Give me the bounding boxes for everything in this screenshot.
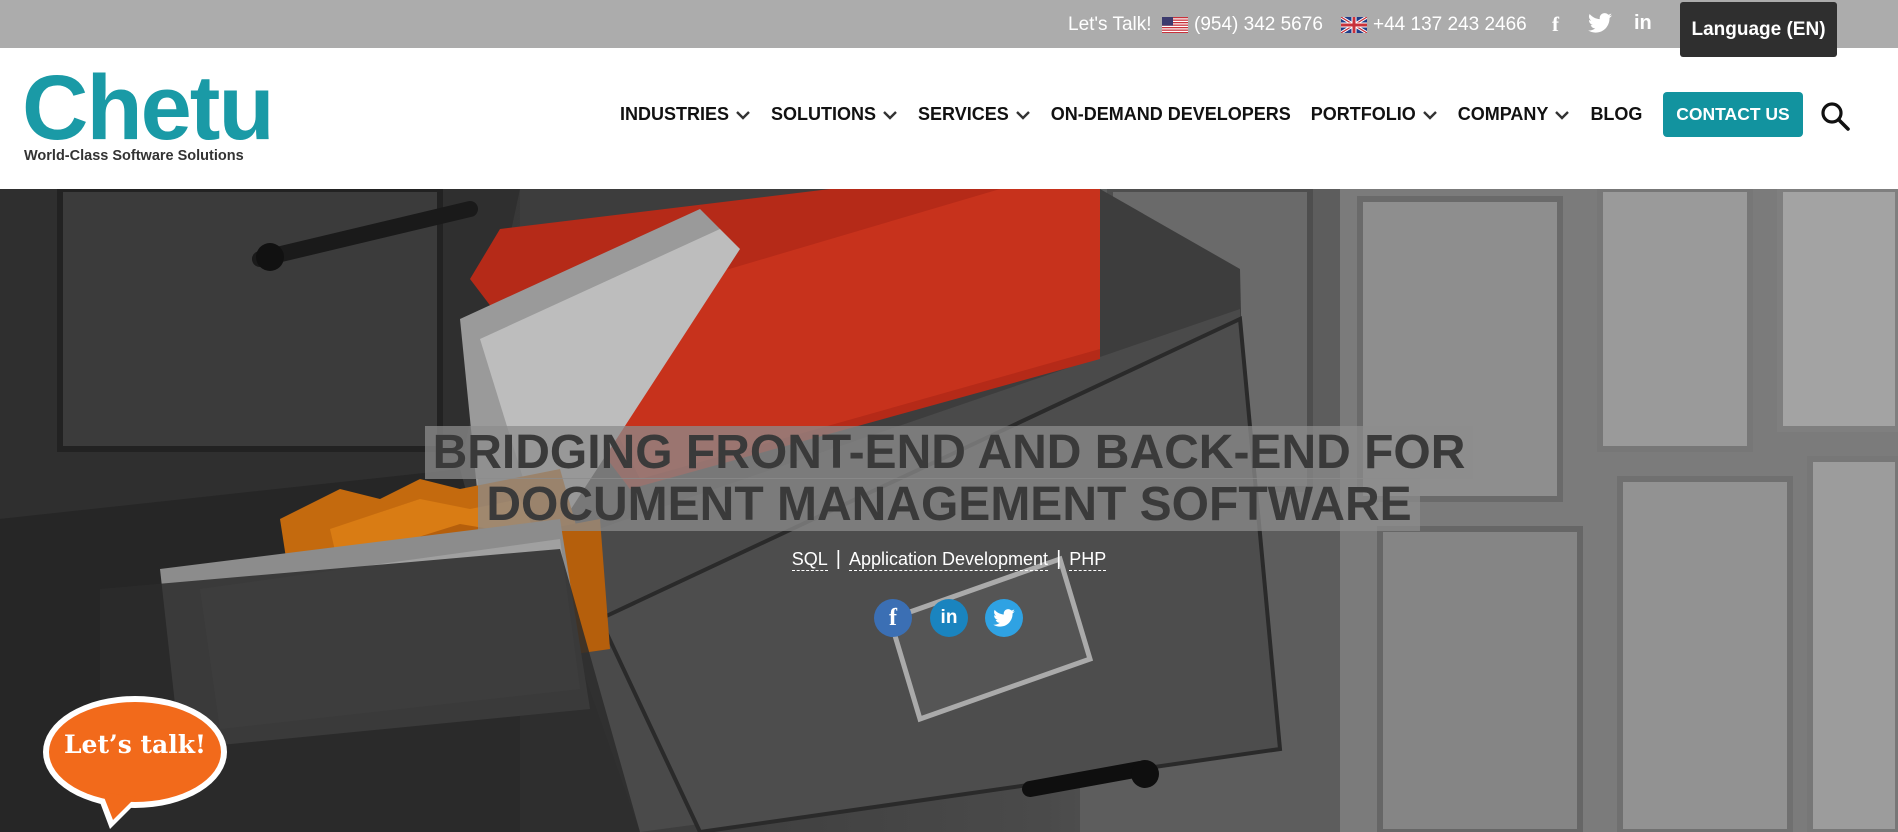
logo-brand: Chetu — [22, 57, 275, 159]
search-icon[interactable] — [1820, 101, 1850, 131]
nav-label: ON-DEMAND DEVELOPERS — [1050, 104, 1291, 124]
tag-sql[interactable]: SQL — [791, 549, 828, 571]
language-button[interactable]: Language (EN) — [1680, 2, 1837, 57]
hero-title-line1: BRIDGING FRONT-END AND BACK-END FOR — [424, 426, 1474, 479]
nav-label: SOLUTIONS — [771, 104, 877, 124]
nav-industries[interactable]: INDUSTRIES — [620, 104, 751, 125]
us-phone-number: (954) 342 5676 — [1194, 14, 1323, 35]
nav-on-demand-developers[interactable]: ON-DEMAND DEVELOPERS — [1051, 104, 1291, 125]
lets-talk-chat-button[interactable]: Let’s talk! — [40, 694, 230, 829]
facebook-icon[interactable]: f — [1552, 12, 1559, 37]
nav-label: BLOG — [1590, 104, 1643, 124]
us-flag-icon — [1162, 17, 1188, 33]
tag-application-development[interactable]: Application Development — [848, 549, 1049, 571]
site-header: Chetu World-Class Software Solutions IND… — [0, 48, 1898, 189]
lets-talk-label: Let's Talk! — [1068, 14, 1152, 35]
tag-separator: | — [1056, 548, 1062, 570]
nav-solutions[interactable]: SOLUTIONS — [771, 104, 898, 125]
twitter-icon[interactable] — [985, 599, 1023, 637]
chevron-down-icon — [1555, 110, 1570, 120]
hero-banner: BRIDGING FRONT-END AND BACK-END FOR DOCU… — [0, 189, 1898, 832]
hero-tags: SQL | Application Development | PHP — [0, 548, 1898, 571]
logo-tagline: World-Class Software Solutions — [24, 148, 244, 164]
nav-portfolio[interactable]: PORTFOLIO — [1311, 104, 1438, 125]
nav-label: INDUSTRIES — [620, 104, 730, 124]
tag-php[interactable]: PHP — [1069, 549, 1107, 571]
chevron-down-icon — [883, 110, 897, 120]
uk-phone-link[interactable]: +44 137 243 2466 — [1341, 14, 1527, 36]
twitter-icon[interactable] — [1588, 13, 1612, 39]
us-phone-link[interactable]: (954) 342 5676 — [1162, 14, 1323, 36]
main-nav: INDUSTRIES SOLUTIONS SERVICES ON-DEMAND … — [620, 104, 1662, 125]
nav-label: SERVICES — [918, 104, 1009, 124]
speech-bubble-icon — [43, 696, 227, 829]
hero-title-line2: DOCUMENT MANAGEMENT SOFTWARE — [478, 478, 1420, 531]
nav-label: PORTFOLIO — [1310, 104, 1416, 124]
linkedin-icon[interactable]: in — [1634, 12, 1652, 35]
chevron-down-icon — [1015, 110, 1030, 120]
top-bar: Let's Talk! (954) 342 5676 +44 137 243 2… — [0, 0, 1898, 48]
uk-flag-icon — [1341, 17, 1367, 33]
tag-separator: | — [835, 548, 841, 570]
chevron-down-icon — [736, 110, 750, 120]
facebook-icon[interactable]: f — [874, 599, 912, 637]
lets-talk-label: Let’s talk! — [63, 730, 207, 759]
nav-services[interactable]: SERVICES — [918, 104, 1031, 125]
nav-blog[interactable]: BLOG — [1590, 104, 1642, 125]
nav-label: COMPANY — [1457, 104, 1549, 124]
chetu-logo[interactable]: Chetu World-Class Software Solutions — [22, 57, 275, 164]
chevron-down-icon — [1422, 110, 1437, 120]
hero-title: BRIDGING FRONT-END AND BACK-END FOR DOCU… — [0, 426, 1898, 531]
nav-company[interactable]: COMPANY — [1458, 104, 1571, 125]
contact-us-button[interactable]: CONTACT US — [1663, 92, 1803, 137]
linkedin-icon[interactable]: in — [930, 599, 968, 637]
uk-phone-number: +44 137 243 2466 — [1373, 14, 1527, 35]
